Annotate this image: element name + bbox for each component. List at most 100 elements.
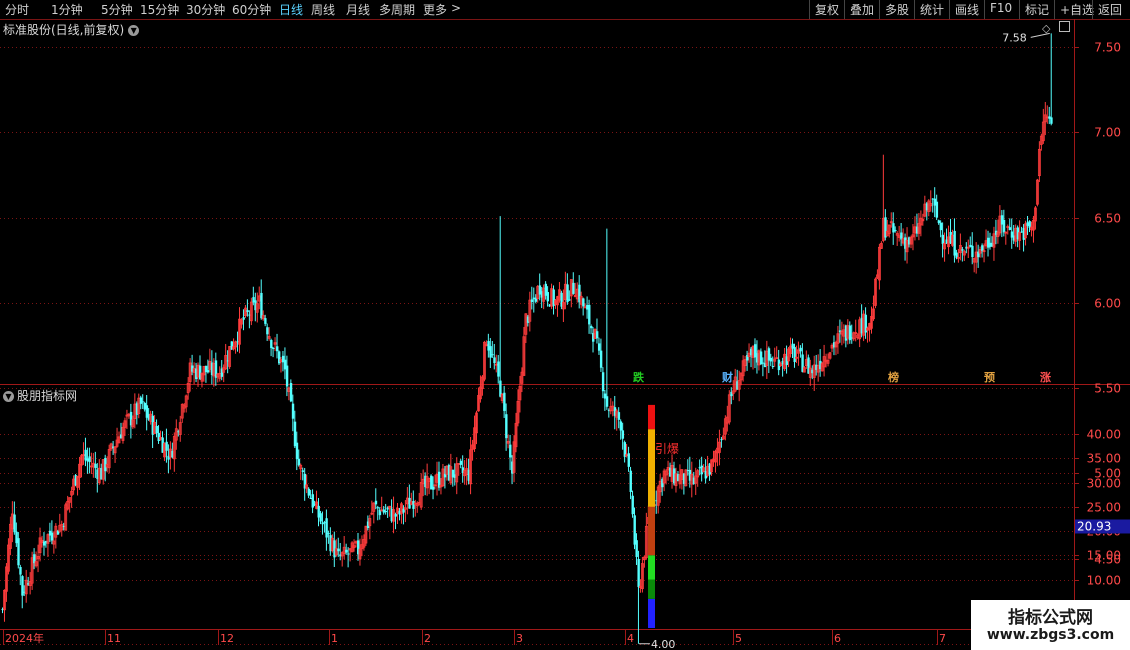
candle-body-down xyxy=(605,396,609,407)
time-axis-label: 4 xyxy=(627,632,634,645)
candle-body-down xyxy=(270,339,273,349)
candle-body-down xyxy=(601,372,605,392)
candle-body-down xyxy=(493,357,496,364)
watermark-logo: 指标公式网 www.zbgs3.com xyxy=(971,600,1130,650)
time-axis-label: 6 xyxy=(834,632,841,645)
indicator-axis-label: 10.00 xyxy=(1087,574,1121,588)
event-marker[interactable]: 涨 xyxy=(1040,370,1051,384)
price-axis-label: 7.00 xyxy=(1094,126,1121,140)
indicator-axis-label: 15.00 xyxy=(1087,549,1121,563)
candle-body-down xyxy=(276,346,279,352)
candle-body-down xyxy=(291,403,295,419)
candle-body-down xyxy=(935,201,939,218)
price-axis-label: 6.00 xyxy=(1094,297,1121,311)
candle-body-down xyxy=(17,538,20,566)
candle-body-down xyxy=(799,347,802,352)
candle-body-down xyxy=(505,414,508,439)
candle-body-down xyxy=(459,460,463,465)
event-marker[interactable]: 跌 xyxy=(633,370,645,384)
candle-body-down xyxy=(1002,219,1006,233)
candle-body-down xyxy=(497,361,500,377)
candle-body-down xyxy=(941,234,944,244)
indicator-bar-segment xyxy=(648,429,655,507)
candle-body-down xyxy=(94,463,97,469)
candle-body-down xyxy=(327,533,330,535)
candle-body-down xyxy=(489,346,492,358)
candle-body-down xyxy=(155,425,158,434)
candle-body-down xyxy=(771,365,775,367)
time-axis-label: 3 xyxy=(516,632,523,645)
candle-body-down xyxy=(637,558,640,588)
candle-body-down xyxy=(595,331,599,339)
price-axis-label: 5.50 xyxy=(1094,382,1121,396)
candle-body-down xyxy=(599,350,603,368)
candle-body-down xyxy=(307,488,311,496)
candle-body-down xyxy=(289,382,293,402)
candle-body-down xyxy=(491,354,494,356)
time-axis-label: 12 xyxy=(220,632,234,645)
candle-body-down xyxy=(892,223,895,233)
candle-body-down xyxy=(13,514,16,533)
candle-body-down xyxy=(793,347,796,363)
watermark-line2: www.zbgs3.com xyxy=(986,627,1115,643)
signal-label: 引爆 xyxy=(655,442,679,456)
candle-body-down xyxy=(759,351,763,365)
candle-body-down xyxy=(293,421,297,447)
low-label: 4.00 xyxy=(651,638,676,650)
candle-body-down xyxy=(631,495,634,515)
candle-body-down xyxy=(971,245,974,258)
candle-body-down xyxy=(509,444,512,458)
watermark-line1: 指标公式网 xyxy=(1008,608,1093,628)
candle-body-down xyxy=(503,392,506,411)
candle-body-down xyxy=(588,304,591,325)
indicator-axis-label: 40.00 xyxy=(1087,428,1121,442)
current-value-label: 20.93 xyxy=(1077,519,1111,533)
candle-body-down xyxy=(590,325,593,329)
candle-body-down xyxy=(546,292,549,302)
indicator-bar-segment xyxy=(648,555,655,580)
candle-body-down xyxy=(621,430,625,439)
candle-body-down xyxy=(981,245,984,251)
candle-body-down xyxy=(325,518,328,538)
candle-body-down xyxy=(337,548,340,552)
candle-body-down xyxy=(50,532,54,541)
price-axis-label: 6.50 xyxy=(1094,212,1121,226)
time-axis-label: 1 xyxy=(331,632,338,645)
candle-body-down xyxy=(311,494,314,508)
candle-body-down xyxy=(635,540,638,557)
indicator-bar-segment xyxy=(648,506,655,556)
candle-body-down xyxy=(629,470,632,492)
candle-body-down xyxy=(297,458,301,466)
candle-body-down xyxy=(376,507,380,509)
candle-body-down xyxy=(301,470,305,472)
candle-body-down xyxy=(139,397,143,404)
indicator-bar-segment xyxy=(648,404,655,430)
candle-body-down xyxy=(206,370,210,373)
event-marker[interactable]: 财 xyxy=(721,370,733,384)
candle-body-down xyxy=(894,229,897,231)
candle-body-down xyxy=(165,441,168,451)
indicator-axis-label: 30.00 xyxy=(1087,477,1121,491)
event-marker[interactable]: 预 xyxy=(984,370,995,384)
candle-body-down xyxy=(246,310,249,312)
candle-body-down xyxy=(619,421,623,431)
stock-chart[interactable]: 7.507.006.506.005.505.004.504.0040.0035.… xyxy=(0,0,1130,650)
candle-body-up xyxy=(583,306,587,309)
candle-body-down xyxy=(953,230,956,256)
candle-body-down xyxy=(242,317,245,320)
time-axis-label: 7 xyxy=(939,632,946,645)
candle-body-down xyxy=(319,513,322,522)
candle-body-down xyxy=(394,514,397,517)
candle-body-down xyxy=(295,442,299,460)
time-axis-label: 2024年 xyxy=(5,631,44,645)
candle-body-down xyxy=(939,222,943,231)
candle-body-down xyxy=(961,249,964,251)
indicator-bar-segment xyxy=(648,598,655,628)
candle-body-down xyxy=(345,549,348,553)
event-marker[interactable]: 榜 xyxy=(888,370,899,384)
candle-body-down xyxy=(769,357,773,362)
indicator-axis-label: 35.00 xyxy=(1087,452,1121,466)
time-axis-label: 5 xyxy=(735,632,742,645)
candle-body-down xyxy=(412,500,415,509)
candle-body-down xyxy=(568,299,571,301)
